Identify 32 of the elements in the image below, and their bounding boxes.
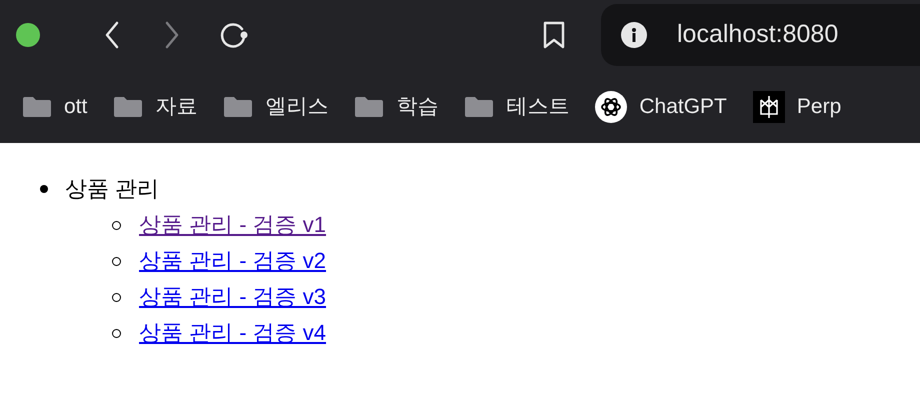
bookmark-item[interactable]: 자료 (113, 90, 198, 122)
window-button-icon[interactable] (16, 23, 40, 47)
reload-icon[interactable] (218, 20, 250, 50)
address-bar[interactable]: localhost:8080 (601, 4, 920, 66)
link[interactable]: 상품 관리 - 검증 v3 (139, 279, 326, 315)
list-item-text: 상품 관리 (65, 175, 160, 203)
info-icon[interactable] (621, 22, 647, 48)
bookmark-item[interactable]: 학습 (354, 90, 438, 122)
bookmark-item[interactable]: ott (22, 90, 88, 122)
folder-icon (113, 96, 144, 118)
bookmark-icon[interactable] (542, 20, 566, 50)
hollow-bullet-icon (112, 220, 121, 230)
bookmark-item[interactable]: Perp (752, 90, 842, 122)
folder-icon (22, 96, 52, 118)
back-icon[interactable] (104, 21, 120, 49)
link[interactable]: 상품 관리 - 검증 v4 (139, 315, 326, 351)
bookmark-item[interactable]: 엘리스 (223, 90, 328, 122)
url-text: localhost:8080 (677, 19, 838, 50)
folder-icon (354, 96, 384, 118)
hollow-bullet-icon (112, 328, 121, 338)
bookmark-item[interactable]: 테스트 (464, 90, 570, 122)
bookmark-item[interactable]: ChatGPT (595, 90, 727, 122)
bullet-icon (40, 185, 48, 193)
folder-icon (464, 96, 494, 118)
square-logo-icon (752, 90, 785, 122)
link[interactable]: 상품 관리 - 검증 v1 (139, 207, 326, 243)
link[interactable]: 상품 관리 - 검증 v2 (139, 243, 326, 279)
knot-logo-icon (595, 90, 628, 122)
forward-icon[interactable] (164, 21, 180, 49)
hollow-bullet-icon (112, 292, 121, 302)
hollow-bullet-icon (112, 256, 121, 266)
folder-icon (223, 96, 254, 118)
